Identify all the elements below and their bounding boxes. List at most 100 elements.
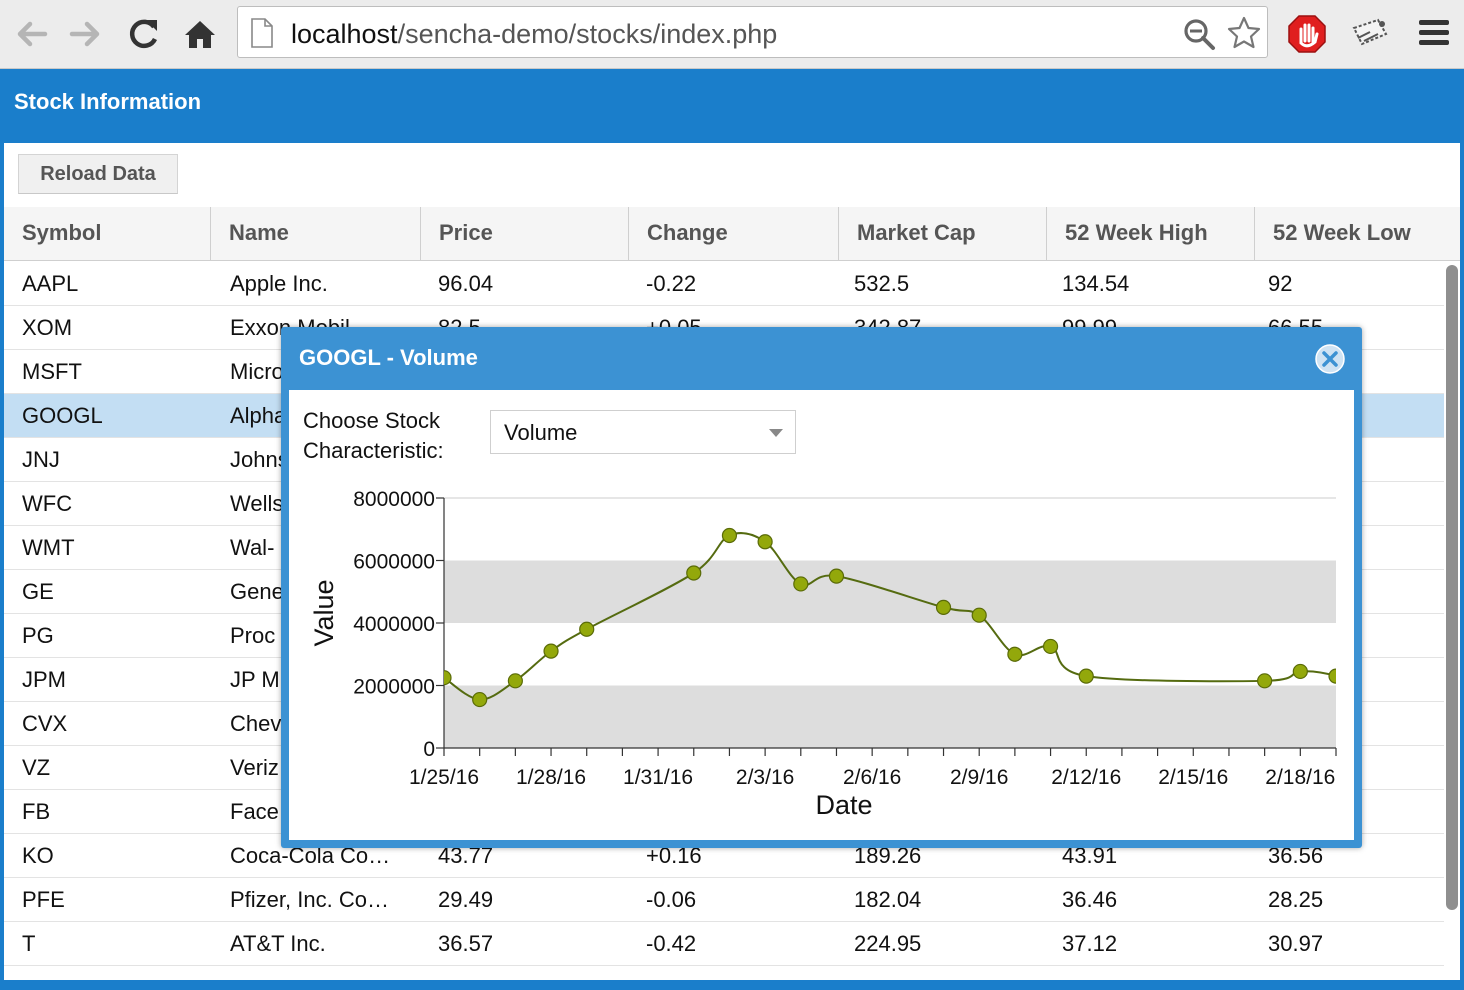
column-header-week-low[interactable]: 52 Week Low — [1255, 207, 1460, 261]
cell-name: Apple Inc. — [230, 271, 328, 296]
cell-symbol: KO — [22, 843, 54, 868]
cell-symbol: WFC — [22, 491, 73, 516]
app-header: Stock Information — [0, 69, 1464, 143]
grid-toolbar: Reload Data — [4, 143, 1460, 208]
x-tick-label: 2/15/16 — [1158, 766, 1228, 789]
cell-price: 29.49 — [438, 887, 494, 912]
cell-market-cap: 182.04 — [854, 887, 922, 912]
y-tick-label: 4000000 — [353, 613, 435, 636]
close-icon[interactable] — [1314, 343, 1346, 375]
panel-border-right — [1460, 143, 1464, 990]
column-header-name[interactable]: Name — [211, 207, 421, 261]
cell-symbol: AAPL — [22, 271, 79, 296]
cell-symbol: GOOGL — [22, 403, 103, 428]
combo-label: Choose Stock Characteristic: — [303, 408, 444, 463]
data-point[interactable] — [1007, 646, 1023, 662]
cell-change: -0.22 — [646, 271, 697, 296]
data-point[interactable] — [721, 527, 738, 544]
cell-week-high: 37.12 — [1062, 931, 1118, 956]
url-path: /sencha-demo/stocks/index.php — [397, 19, 778, 49]
cell-week-low: 30.97 — [1268, 931, 1324, 956]
cell-symbol: WMT — [22, 535, 75, 560]
url-host: localhost — [291, 19, 398, 49]
address-bar[interactable]: localhost/sencha-demo/stocks/index.php — [237, 6, 1268, 58]
x-tick-label: 1/25/16 — [409, 766, 479, 789]
cell-symbol: T — [22, 931, 36, 956]
stop-hand-icon[interactable] — [1287, 14, 1327, 54]
cell-symbol: JPM — [22, 667, 66, 692]
window-title: GOOGL - Volume — [299, 345, 478, 370]
data-point[interactable] — [1292, 663, 1308, 680]
page-icon — [251, 18, 273, 48]
volume-chart: 0 2000000 4000000 6000000 8000000 1/25/16 1/28… — [309, 488, 1343, 820]
cell-market-cap: 224.95 — [854, 931, 922, 956]
data-point[interactable] — [828, 568, 845, 584]
cell-symbol: PG — [22, 623, 54, 648]
cell-week-low: 28.25 — [1268, 887, 1324, 912]
data-point[interactable] — [1042, 638, 1059, 655]
x-tick-label: 2/18/16 — [1265, 766, 1335, 789]
scrollbar-thumb[interactable] — [1446, 265, 1458, 910]
x-tick-label: 2/3/16 — [736, 766, 794, 789]
column-header-price[interactable]: Price — [421, 207, 629, 261]
page-title: Stock Information — [14, 89, 202, 114]
grid-header: Symbol Name Price Change Market Cap 52 Week H… — [4, 207, 1460, 261]
data-point[interactable] — [1078, 668, 1094, 684]
data-point[interactable] — [971, 607, 987, 623]
data-point[interactable] — [472, 691, 488, 708]
cell-week-high: 36.46 — [1062, 887, 1118, 912]
y-tick-label: 8000000 — [353, 488, 435, 511]
column-header-market-cap[interactable]: Market Cap — [839, 207, 1047, 261]
cell-symbol: MSFT — [22, 359, 82, 384]
cell-symbol: VZ — [22, 755, 51, 780]
column-header-symbol[interactable]: Symbol — [4, 207, 211, 261]
data-point[interactable] — [507, 673, 523, 689]
data-point[interactable] — [686, 565, 702, 581]
cell-symbol: CVX — [22, 711, 68, 736]
data-point[interactable] — [1257, 673, 1273, 689]
grid-band — [444, 685, 1336, 748]
data-point[interactable] — [1328, 668, 1343, 684]
panel-border-bottom — [0, 980, 1464, 990]
cell-symbol: PFE — [22, 887, 65, 912]
x-axis-title: Date — [815, 790, 872, 820]
table-row[interactable]: T AT&T Inc. 36.57 -0.42 224.95 37.12 30.97 — [4, 922, 1444, 966]
y-axis-title: Value — [309, 579, 339, 646]
column-header-change[interactable]: Change — [629, 207, 839, 261]
y-tick-label: 6000000 — [353, 551, 435, 574]
data-point[interactable] — [437, 670, 452, 686]
cell-price: 96.04 — [438, 271, 494, 296]
extension-icon[interactable] — [1348, 14, 1392, 54]
cell-price: 36.57 — [438, 931, 494, 956]
chart-window: GOOGL - Volume Choose Stock Characterist… — [281, 327, 1362, 848]
x-tick-label: 1/28/16 — [516, 766, 586, 789]
home-icon[interactable] — [180, 14, 220, 54]
cell-symbol: JNJ — [22, 447, 60, 472]
arrow-right-icon[interactable] — [66, 14, 106, 54]
reload-data-button[interactable]: Reload Data — [18, 154, 178, 194]
cell-change: -0.42 — [646, 931, 697, 956]
column-header-week-high[interactable]: 52 Week High — [1047, 207, 1255, 261]
cell-name: AT&T Inc. — [230, 931, 326, 956]
data-point[interactable] — [579, 621, 595, 637]
data-point[interactable] — [935, 599, 952, 615]
arrow-left-icon[interactable] — [11, 14, 51, 54]
y-tick-label: 2000000 — [353, 676, 435, 699]
table-row[interactable]: PFE Pfizer, Inc. Co… 29.49 -0.06 182.04 36.46… — [4, 878, 1444, 922]
x-tick-label: 2/12/16 — [1051, 766, 1121, 789]
x-tick-label: 2/6/16 — [843, 766, 901, 789]
hamburger-menu-icon[interactable] — [1416, 16, 1452, 50]
url-text[interactable]: localhost/sencha-demo/stocks/index.php — [291, 19, 777, 49]
data-point[interactable] — [757, 534, 773, 550]
zoom-icon[interactable] — [1182, 17, 1216, 51]
reload-icon[interactable] — [124, 14, 164, 54]
data-point[interactable] — [543, 643, 559, 659]
chevron-down-icon[interactable] — [769, 428, 783, 438]
cell-name: Pfizer, Inc. Co… — [230, 887, 389, 912]
window-body: Choose Stock Characteristic: Volume 0 200… — [289, 390, 1354, 840]
stock-characteristic-select[interactable]: Volume — [490, 410, 796, 454]
select-value: Volume — [504, 420, 578, 445]
star-icon[interactable] — [1226, 15, 1262, 51]
table-row[interactable]: AAPL Apple Inc. 96.04 -0.22 532.5 134.54 92 — [4, 262, 1444, 306]
data-point[interactable] — [793, 576, 809, 592]
